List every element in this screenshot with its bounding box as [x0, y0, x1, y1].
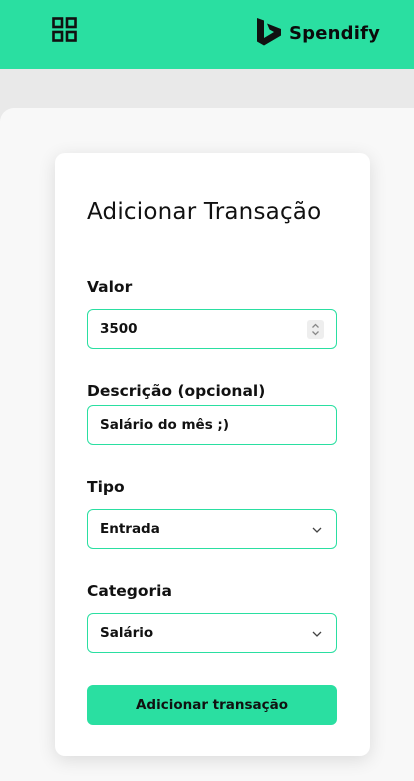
- app-header: Spendify: [0, 0, 414, 69]
- tipo-label: Tipo: [87, 478, 125, 496]
- valor-value: 3500: [100, 321, 138, 337]
- categoria-selected-value: Salário: [100, 625, 154, 641]
- menu-button[interactable]: [52, 17, 78, 43]
- valor-label: Valor: [87, 278, 133, 296]
- spendify-logo-icon: [257, 18, 281, 46]
- grid-icon: [52, 17, 77, 42]
- page-title: Adicionar Transação: [87, 199, 322, 225]
- tipo-select[interactable]: Entrada: [87, 509, 337, 549]
- add-transaction-card: Adicionar Transação Valor 3500 Descrição…: [55, 153, 370, 756]
- valor-input[interactable]: 3500: [87, 309, 337, 349]
- descricao-label: Descrição (opcional): [87, 382, 266, 400]
- brand[interactable]: Spendify: [256, 18, 380, 48]
- chevron-down-icon: [312, 631, 322, 637]
- chevron-down-icon: [312, 527, 322, 533]
- descricao-value: Salário do mês ;): [100, 417, 229, 433]
- categoria-label: Categoria: [87, 582, 172, 600]
- tipo-selected-value: Entrada: [100, 521, 160, 537]
- number-stepper[interactable]: [307, 320, 324, 339]
- add-transaction-button[interactable]: Adicionar transação: [87, 685, 337, 725]
- stepper-arrows-icon: [312, 323, 319, 336]
- categoria-select[interactable]: Salário: [87, 613, 337, 653]
- descricao-input[interactable]: Salário do mês ;): [87, 405, 337, 445]
- brand-name: Spendify: [289, 22, 381, 44]
